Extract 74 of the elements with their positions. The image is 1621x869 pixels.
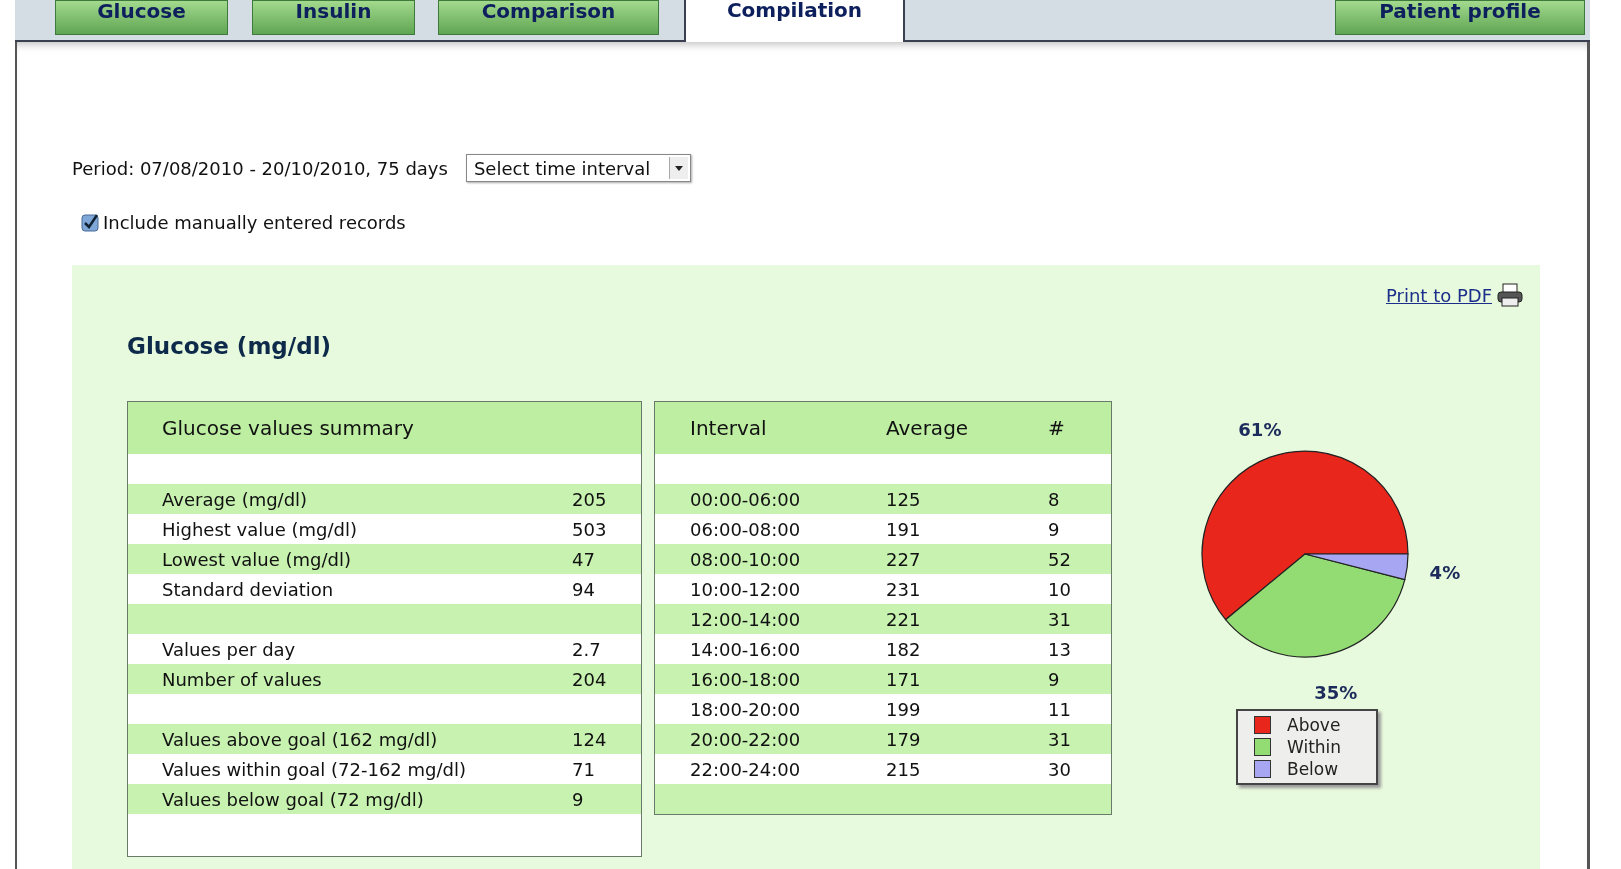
table-cell-text: 9 [572,788,585,810]
column-header: Interval [690,416,768,440]
checkbox[interactable] [81,213,99,232]
pie-label: 4% [1429,561,1461,583]
table-cell-text: 22:00-24:00 [690,758,802,780]
printer-icon [1496,283,1524,307]
table-cell-text: 47 [572,548,596,570]
table-cell-text: 215 [886,758,922,780]
table-cell-text: Values below goal (72 mg/dl) [162,788,425,810]
table-cell-text: 227 [886,548,922,570]
table-cell-text: Values per day [162,638,297,660]
table-cell-text: 71 [572,758,596,780]
legend-swatch [1254,738,1271,756]
table-cell-text: Number of values [162,668,323,690]
pie-label: 35% [1314,681,1358,701]
table-cell-text: Average (mg/dl) [162,488,309,510]
table-cell-text: 10:00-12:00 [690,578,802,600]
table-cell-text: 52 [1048,548,1072,570]
table-cell-text: 18:00-20:00 [690,698,802,720]
table-cell-text: 124 [572,728,608,750]
table-cell-text: 125 [886,488,922,510]
table-cell-text: 10 [1048,578,1072,600]
table-cell-text: Highest value (mg/dl) [162,518,358,540]
table-cell-text: 205 [572,488,608,510]
pie-label: 61% [1238,418,1282,440]
legend-swatch [1254,760,1271,778]
table-cell-text: Values above goal (162 mg/dl) [162,728,439,750]
table-cell-text: 221 [886,608,922,630]
table-cell-text: 171 [886,668,922,690]
table-cell-text: Values within goal (72-162 mg/dl) [162,758,467,780]
table-cell-text: 179 [886,728,922,750]
table-cell-text: 31 [1048,608,1072,630]
column-header: Average [886,416,970,440]
time-interval-select[interactable]: Select time interval [465,154,691,182]
table-cell-text: 8 [1048,488,1061,510]
column-header: # [1048,416,1066,440]
tab[interactable]: Glucose [55,0,228,35]
section-heading: Glucose (mg/dl) [127,333,332,359]
table-cell-text: 11 [1048,698,1072,720]
caret-icon [668,157,688,179]
table-cell-text: Standard deviation [162,578,335,600]
table-cell-text: 14:00-16:00 [690,638,802,660]
table-cell-text: Lowest value (mg/dl) [162,548,353,570]
table-title: Glucose values summary [162,416,415,440]
table-cell-text: 30 [1048,758,1072,780]
table-cell-text: 231 [886,578,922,600]
table-cell-text: 9 [1048,518,1061,540]
tab[interactable]: Comparison [438,0,659,35]
table-cell-text: 31 [1048,728,1072,750]
table-cell-text: 199 [886,698,922,720]
table-cell-text: 9 [1048,668,1061,690]
table-cell-text: 204 [572,668,608,690]
table-cell-text: 00:00-06:00 [690,488,802,510]
table-cell-text: 20:00-22:00 [690,728,802,750]
legend-label: Below [1287,758,1339,780]
table-cell-text: 12:00-14:00 [690,608,802,630]
table-cell-text: 503 [572,518,608,540]
table-cell-text: 08:00-10:00 [690,548,802,570]
print-pdf-link[interactable]: Print to PDF [1386,283,1524,307]
tab[interactable]: Compilation [684,0,905,42]
legend-label: Within [1287,736,1342,758]
table-cell-text: 06:00-08:00 [690,518,802,540]
table-cell-text: 191 [886,518,922,540]
table-cell-text: 182 [886,638,922,660]
tab[interactable]: Patient profile [1335,0,1585,35]
checkbox-label: Include manually entered records [103,212,406,233]
table-cell-text: 13 [1048,638,1072,660]
legend-swatch [1254,716,1271,734]
table-cell-text: 16:00-18:00 [690,668,802,690]
table-cell-text: 2.7 [572,638,602,660]
legend-label: Above [1287,714,1341,736]
table-cell-text: 94 [572,578,596,600]
period-text: Period: 07/08/2010 - 20/10/2010, 75 days [72,157,448,179]
tab[interactable]: Insulin [252,0,415,35]
